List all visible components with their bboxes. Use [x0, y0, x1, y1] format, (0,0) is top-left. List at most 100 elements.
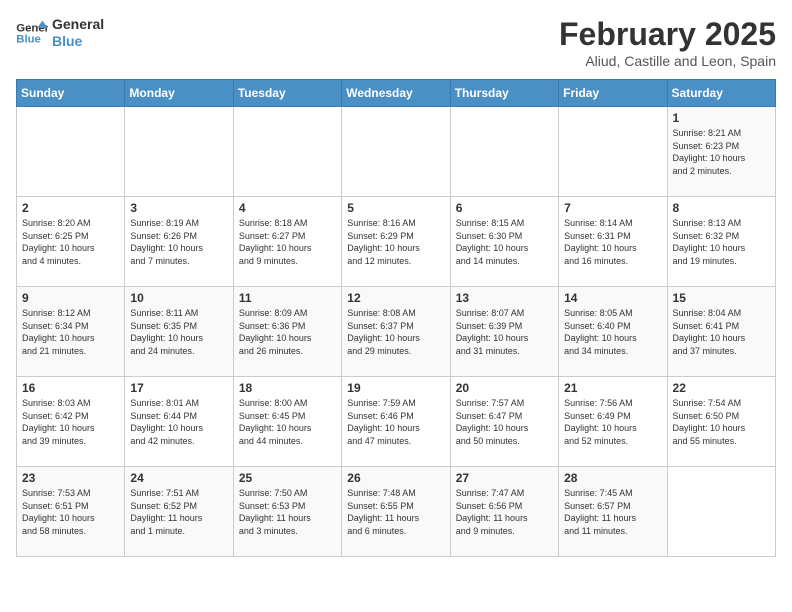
- day-number: 24: [130, 471, 227, 485]
- day-info: Sunrise: 7:51 AM Sunset: 6:52 PM Dayligh…: [130, 487, 227, 537]
- calendar-cell: [559, 107, 667, 197]
- calendar-cell: 21 Sunrise: 7:56 AM Sunset: 6:49 PM Dayli…: [559, 377, 667, 467]
- calendar-table: SundayMondayTuesdayWednesdayThursdayFrid…: [16, 79, 776, 557]
- calendar-cell: 6 Sunrise: 8:15 AM Sunset: 6:30 PM Daylig…: [450, 197, 558, 287]
- logo-line1: General: [52, 16, 104, 33]
- day-number: 20: [456, 381, 553, 395]
- calendar-cell: 9 Sunrise: 8:12 AM Sunset: 6:34 PM Daylig…: [17, 287, 125, 377]
- day-info: Sunrise: 8:13 AM Sunset: 6:32 PM Dayligh…: [673, 217, 770, 267]
- day-info: Sunrise: 8:21 AM Sunset: 6:23 PM Dayligh…: [673, 127, 770, 177]
- calendar-cell: [342, 107, 450, 197]
- day-info: Sunrise: 7:56 AM Sunset: 6:49 PM Dayligh…: [564, 397, 661, 447]
- calendar-cell: 17 Sunrise: 8:01 AM Sunset: 6:44 PM Dayli…: [125, 377, 233, 467]
- day-number: 2: [22, 201, 119, 215]
- calendar-cell: 19 Sunrise: 7:59 AM Sunset: 6:46 PM Dayli…: [342, 377, 450, 467]
- day-info: Sunrise: 7:54 AM Sunset: 6:50 PM Dayligh…: [673, 397, 770, 447]
- day-info: Sunrise: 8:03 AM Sunset: 6:42 PM Dayligh…: [22, 397, 119, 447]
- calendar-week-row: 16 Sunrise: 8:03 AM Sunset: 6:42 PM Dayli…: [17, 377, 776, 467]
- header-wednesday: Wednesday: [342, 80, 450, 107]
- calendar-cell: 24 Sunrise: 7:51 AM Sunset: 6:52 PM Dayli…: [125, 467, 233, 557]
- day-info: Sunrise: 7:45 AM Sunset: 6:57 PM Dayligh…: [564, 487, 661, 537]
- day-number: 8: [673, 201, 770, 215]
- day-info: Sunrise: 8:11 AM Sunset: 6:35 PM Dayligh…: [130, 307, 227, 357]
- day-number: 19: [347, 381, 444, 395]
- title-area: February 2025 Aliud, Castille and Leon, …: [559, 16, 776, 69]
- calendar-week-row: 9 Sunrise: 8:12 AM Sunset: 6:34 PM Daylig…: [17, 287, 776, 377]
- calendar-cell: 2 Sunrise: 8:20 AM Sunset: 6:25 PM Daylig…: [17, 197, 125, 287]
- header-saturday: Saturday: [667, 80, 775, 107]
- day-number: 7: [564, 201, 661, 215]
- day-info: Sunrise: 7:53 AM Sunset: 6:51 PM Dayligh…: [22, 487, 119, 537]
- day-number: 6: [456, 201, 553, 215]
- main-title: February 2025: [559, 16, 776, 53]
- calendar-cell: [125, 107, 233, 197]
- day-number: 22: [673, 381, 770, 395]
- calendar-cell: 20 Sunrise: 7:57 AM Sunset: 6:47 PM Dayli…: [450, 377, 558, 467]
- calendar-cell: 5 Sunrise: 8:16 AM Sunset: 6:29 PM Daylig…: [342, 197, 450, 287]
- day-number: 11: [239, 291, 336, 305]
- calendar-cell: 4 Sunrise: 8:18 AM Sunset: 6:27 PM Daylig…: [233, 197, 341, 287]
- sub-title: Aliud, Castille and Leon, Spain: [559, 53, 776, 69]
- day-info: Sunrise: 8:14 AM Sunset: 6:31 PM Dayligh…: [564, 217, 661, 267]
- day-info: Sunrise: 8:08 AM Sunset: 6:37 PM Dayligh…: [347, 307, 444, 357]
- calendar-cell: 23 Sunrise: 7:53 AM Sunset: 6:51 PM Dayli…: [17, 467, 125, 557]
- calendar-cell: 13 Sunrise: 8:07 AM Sunset: 6:39 PM Dayli…: [450, 287, 558, 377]
- day-info: Sunrise: 8:09 AM Sunset: 6:36 PM Dayligh…: [239, 307, 336, 357]
- day-info: Sunrise: 8:00 AM Sunset: 6:45 PM Dayligh…: [239, 397, 336, 447]
- calendar-cell: 10 Sunrise: 8:11 AM Sunset: 6:35 PM Dayli…: [125, 287, 233, 377]
- calendar-cell: 22 Sunrise: 7:54 AM Sunset: 6:50 PM Dayli…: [667, 377, 775, 467]
- day-info: Sunrise: 8:12 AM Sunset: 6:34 PM Dayligh…: [22, 307, 119, 357]
- day-number: 9: [22, 291, 119, 305]
- day-number: 5: [347, 201, 444, 215]
- day-number: 16: [22, 381, 119, 395]
- header: General Blue General Blue February 2025 …: [16, 16, 776, 69]
- day-number: 15: [673, 291, 770, 305]
- day-info: Sunrise: 8:15 AM Sunset: 6:30 PM Dayligh…: [456, 217, 553, 267]
- day-number: 1: [673, 111, 770, 125]
- calendar-cell: 27Sunrise: 7:47 AM Sunset: 6:56 PM Dayli…: [450, 467, 558, 557]
- calendar-cell: [17, 107, 125, 197]
- calendar-cell: [667, 467, 775, 557]
- day-number: 12: [347, 291, 444, 305]
- day-info: Sunrise: 8:18 AM Sunset: 6:27 PM Dayligh…: [239, 217, 336, 267]
- day-number: 25: [239, 471, 336, 485]
- calendar-week-row: 23 Sunrise: 7:53 AM Sunset: 6:51 PM Dayli…: [17, 467, 776, 557]
- day-info: Sunrise: 7:50 AM Sunset: 6:53 PM Dayligh…: [239, 487, 336, 537]
- header-thursday: Thursday: [450, 80, 558, 107]
- day-number: 27: [456, 471, 553, 485]
- header-friday: Friday: [559, 80, 667, 107]
- calendar-cell: 3Sunrise: 8:19 AM Sunset: 6:26 PM Daylig…: [125, 197, 233, 287]
- day-info: Sunrise: 7:57 AM Sunset: 6:47 PM Dayligh…: [456, 397, 553, 447]
- day-number: 21: [564, 381, 661, 395]
- day-info: Sunrise: 8:07 AM Sunset: 6:39 PM Dayligh…: [456, 307, 553, 357]
- day-number: 10: [130, 291, 227, 305]
- calendar-cell: 16 Sunrise: 8:03 AM Sunset: 6:42 PM Dayli…: [17, 377, 125, 467]
- day-info: Sunrise: 8:04 AM Sunset: 6:41 PM Dayligh…: [673, 307, 770, 357]
- day-number: 17: [130, 381, 227, 395]
- day-number: 4: [239, 201, 336, 215]
- day-number: 26: [347, 471, 444, 485]
- logo-icon: General Blue: [16, 19, 48, 47]
- calendar-cell: 14Sunrise: 8:05 AM Sunset: 6:40 PM Dayli…: [559, 287, 667, 377]
- day-number: 18: [239, 381, 336, 395]
- day-info: Sunrise: 8:01 AM Sunset: 6:44 PM Dayligh…: [130, 397, 227, 447]
- calendar-cell: 1 Sunrise: 8:21 AM Sunset: 6:23 PM Daylig…: [667, 107, 775, 197]
- calendar-cell: 18 Sunrise: 8:00 AM Sunset: 6:45 PM Dayli…: [233, 377, 341, 467]
- day-number: 13: [456, 291, 553, 305]
- calendar-cell: 28 Sunrise: 7:45 AM Sunset: 6:57 PM Dayli…: [559, 467, 667, 557]
- header-tuesday: Tuesday: [233, 80, 341, 107]
- day-number: 14: [564, 291, 661, 305]
- header-sunday: Sunday: [17, 80, 125, 107]
- day-info: Sunrise: 7:59 AM Sunset: 6:46 PM Dayligh…: [347, 397, 444, 447]
- logo-line2: Blue: [52, 33, 104, 50]
- calendar-header-row: SundayMondayTuesdayWednesdayThursdayFrid…: [17, 80, 776, 107]
- day-info: Sunrise: 8:16 AM Sunset: 6:29 PM Dayligh…: [347, 217, 444, 267]
- header-monday: Monday: [125, 80, 233, 107]
- calendar-cell: 8 Sunrise: 8:13 AM Sunset: 6:32 PM Daylig…: [667, 197, 775, 287]
- calendar-cell: 7 Sunrise: 8:14 AM Sunset: 6:31 PM Daylig…: [559, 197, 667, 287]
- day-number: 3: [130, 201, 227, 215]
- day-number: 23: [22, 471, 119, 485]
- day-number: 28: [564, 471, 661, 485]
- logo: General Blue General Blue: [16, 16, 104, 50]
- day-info: Sunrise: 8:20 AM Sunset: 6:25 PM Dayligh…: [22, 217, 119, 267]
